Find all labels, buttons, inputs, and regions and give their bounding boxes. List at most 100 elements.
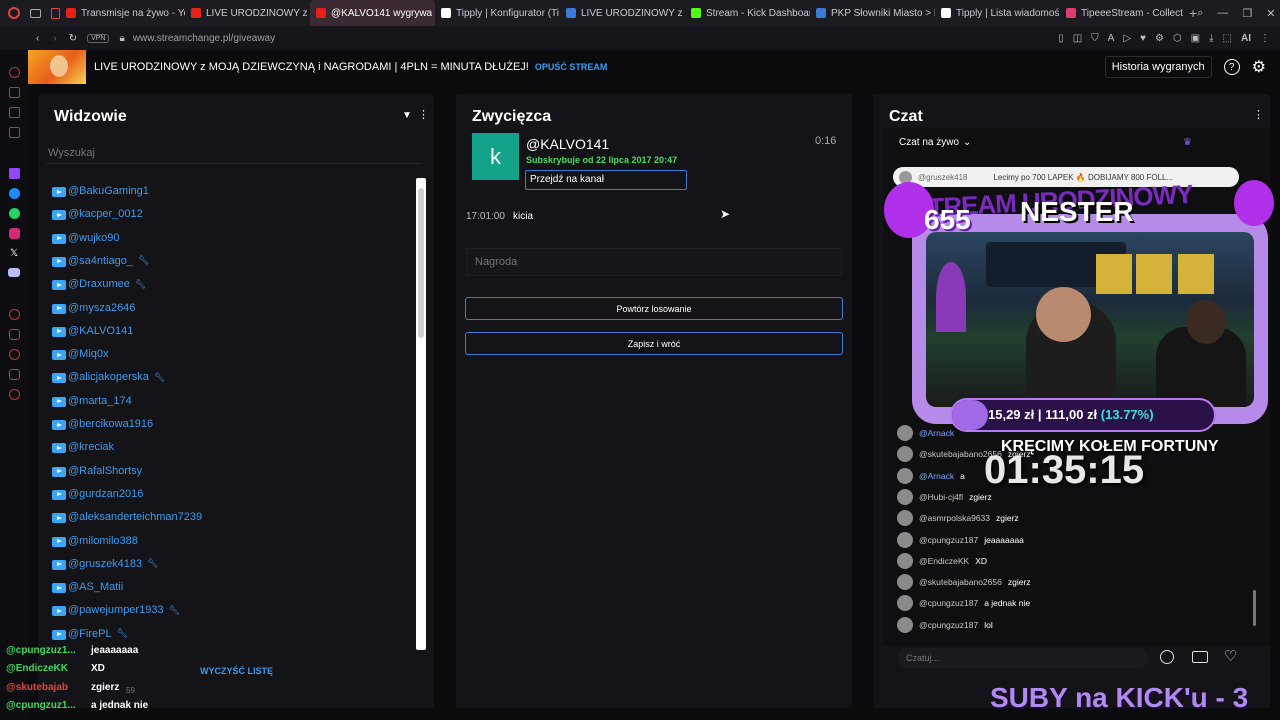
emoji-icon[interactable] [1160,650,1174,664]
viewer-item[interactable]: @FirePL 🔧︎ [68,628,128,640]
viewer-item[interactable]: @aleksanderteichman7239 [68,511,202,523]
whatsapp-icon[interactable] [8,208,20,219]
twitch-icon[interactable] [8,168,20,179]
wallet-icon[interactable]: ▣ [1191,33,1200,44]
heart-icon[interactable] [8,329,20,340]
discord-icon[interactable] [8,268,20,277]
extensions-icon[interactable]: ⬡ [1173,33,1182,44]
chat-username[interactable]: @Arnack [919,471,954,481]
instagram-icon[interactable] [8,228,20,239]
chat-username[interactable]: @cpungzuz187 [919,535,978,545]
avatar[interactable] [897,425,913,441]
viewer-item[interactable]: @sa4ntiago_ 🔧︎ [68,255,149,267]
avatar[interactable] [897,467,913,484]
save-and-return-button[interactable]: Zapisz i wróć [465,332,843,355]
browser-tab[interactable]: Stream - Kick Dashboar [685,0,810,26]
avatar[interactable] [897,595,913,612]
wallet-icon[interactable] [8,107,20,118]
prize-input[interactable] [466,248,842,276]
chat-username[interactable]: @skutebajabano2656 [919,577,1002,587]
vpn-badge[interactable]: VPN [87,33,110,43]
ai-button[interactable]: AI [1241,33,1251,44]
chat-mode-dropdown[interactable]: Czat na żywo ⌄ [899,137,971,148]
viewer-item[interactable]: @kreciak [68,441,114,453]
settings-icon[interactable] [8,389,20,400]
bag-icon[interactable] [8,87,20,98]
viewer-item[interactable]: @gruszek4183 🔧︎ [68,558,159,570]
browser-tab[interactable]: Tipply | Konfigurator (Ti [435,0,560,26]
camera-icon[interactable]: ◫ [1073,33,1082,44]
avatar[interactable] [897,446,913,463]
viewer-item[interactable]: @milomilo388 [68,535,138,547]
avatar[interactable] [897,510,913,527]
avatar[interactable] [897,616,913,633]
chat-username[interactable]: @Arnack [919,428,954,438]
chat-username[interactable]: @Hubi-cj4fl [919,492,963,502]
browser-tab[interactable]: LIVE URODZINOWY z M [185,0,310,26]
viewer-item[interactable]: @AS_Matii [68,581,123,593]
forward-icon[interactable]: › [53,33,56,44]
chat-username[interactable]: @asmrpolska9633 [919,513,990,523]
chat-icon[interactable] [8,369,20,380]
browser-tab[interactable]: LIVE URODZINOWY z M [560,0,685,26]
viewer-item[interactable]: @BakuGaming1 [68,185,149,197]
viewer-item[interactable]: @alicjakoperska 🔧︎ [68,371,165,383]
viewer-item[interactable]: @KALVO141 [68,325,133,337]
clear-list-button[interactable]: WYCZYŚĆ LISTĘ [200,666,273,676]
crown-icon[interactable]: ♛ [1183,137,1192,148]
minimize-icon[interactable]: — [1217,7,1228,20]
search-tabs-icon[interactable]: ⌕ [1197,7,1203,20]
opera-icon[interactable] [8,7,20,19]
tabs-icon[interactable] [30,8,41,18]
viewer-item[interactable]: @Draxumee 🔧︎ [68,278,146,290]
chat-username[interactable]: @cpungzuz187 [919,620,978,630]
translate-icon[interactable]: A [1108,33,1115,44]
reload-icon[interactable]: ↻ [69,33,77,44]
chat-scrollbar[interactable] [1253,590,1256,626]
reroll-button[interactable]: Powtórz losowanie [465,297,843,320]
chat-username[interactable]: @cpungzuz187 [919,598,978,608]
new-tab-icon[interactable]: + [1189,5,1197,21]
viewer-item[interactable]: @mysza2646 [68,302,135,314]
browser-tab[interactable]: Tipply | Lista wiadomoś [935,0,1060,26]
x-icon[interactable]: 𝕏 [10,248,18,259]
page-icon[interactable] [51,7,60,19]
browser-tab[interactable]: @KALVO141 wygrywa los [310,0,435,26]
chat-username[interactable]: @EndiczeKK [919,556,969,566]
maximize-icon[interactable]: ❐ [1242,7,1252,20]
help-icon[interactable]: ? [1223,59,1240,75]
super-chat-icon[interactable] [1192,651,1208,663]
history-icon[interactable] [8,67,20,78]
bookmark-icon[interactable]: ▯ [1058,33,1064,44]
viewer-item[interactable]: @Miq0x [68,348,109,360]
clock-icon[interactable] [8,349,20,360]
heart-icon[interactable]: ♥ [1140,33,1146,44]
viewer-search-input[interactable] [46,142,422,164]
browser-tab[interactable]: TipeeeStream - Collect [1060,0,1185,26]
player-icon[interactable] [8,309,20,320]
avatar[interactable] [897,574,913,591]
viewer-item[interactable]: @kacper_0012 [68,208,143,220]
browser-tab[interactable]: Transmisje na żywo - Yo [60,0,185,26]
settings-icon[interactable]: ⚙ [1252,57,1266,77]
viewer-item[interactable]: @gurdzan2016 [68,488,143,500]
download-icon[interactable]: ⤓ [1209,33,1213,44]
browser-tab[interactable]: PKP Słowniki Miasto > K [810,0,935,26]
back-icon[interactable]: ‹ [36,33,39,44]
chat-menu-icon[interactable]: ⋮ [1253,108,1264,121]
viewer-item[interactable]: @marta_174 [68,395,132,407]
avatar[interactable] [897,552,913,569]
heart-icon[interactable]: ♡ [1224,647,1237,665]
filter-icon[interactable]: ▼ [402,110,412,121]
viewers-menu-icon[interactable]: ⋮ [418,108,429,121]
chat-input[interactable] [898,648,1148,668]
leave-stream-link[interactable]: OPUŚĆ STREAM [535,62,608,72]
avatar[interactable] [897,488,913,505]
viewer-item[interactable]: @bercikowa1916 [68,418,153,430]
messenger-icon[interactable] [8,188,20,199]
menu-icon[interactable]: ⋮ [1260,33,1270,44]
viewer-item[interactable]: @RafalShortsy [68,465,142,477]
close-icon[interactable]: ✕ [1266,7,1275,20]
history-button[interactable]: Historia wygranych [1104,56,1212,78]
gear-icon[interactable]: ⚙ [1155,33,1164,44]
